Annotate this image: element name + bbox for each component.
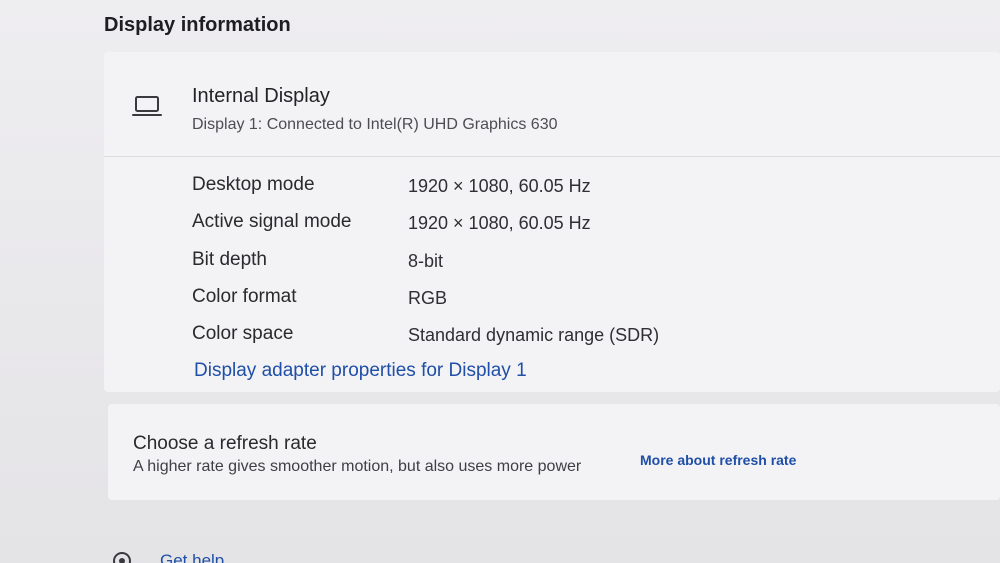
info-row-color-space: Color space Standard dynamic range (SDR) xyxy=(192,323,892,353)
laptop-icon xyxy=(132,96,162,116)
get-help-row[interactable]: Get help xyxy=(112,547,312,563)
more-about-refresh-rate-link[interactable]: More about refresh rate xyxy=(640,452,796,468)
info-label: Desktop mode xyxy=(192,174,315,195)
info-value: 1920 × 1080, 60.05 Hz xyxy=(408,213,591,233)
display-connection: Display 1: Connected to Intel(R) UHD Gra… xyxy=(192,116,558,133)
display-info-card: Internal Display Display 1: Connected to… xyxy=(104,52,1000,392)
settings-page: Display information Internal Display Dis… xyxy=(0,0,1000,563)
info-value: RGB xyxy=(408,288,448,308)
info-value: Standard dynamic range (SDR) xyxy=(408,325,660,345)
refresh-rate-card: Choose a refresh rate A higher rate give… xyxy=(108,404,1000,500)
get-help-link[interactable]: Get help xyxy=(160,551,224,563)
display-name: Internal Display xyxy=(192,85,330,107)
info-label: Active signal mode xyxy=(192,211,352,232)
refresh-rate-description: A higher rate gives smoother motion, but… xyxy=(133,458,582,475)
info-label: Color format xyxy=(192,286,297,307)
info-label: Bit depth xyxy=(192,249,267,270)
info-row-desktop-mode: Desktop mode 1920 × 1080, 60.05 Hz xyxy=(192,174,892,204)
display-adapter-properties-link[interactable]: Display adapter properties for Display 1 xyxy=(194,360,527,382)
info-value: 1920 × 1080, 60.05 Hz xyxy=(408,176,591,196)
info-row-color-format: Color format RGB xyxy=(192,286,892,316)
help-icon xyxy=(113,552,131,563)
section-title: Display information xyxy=(104,14,291,36)
display-header: Internal Display Display 1: Connected to… xyxy=(104,52,1000,157)
info-value: 8-bit xyxy=(408,251,444,271)
info-row-bit-depth: Bit depth 8-bit xyxy=(192,249,892,279)
refresh-rate-title: Choose a refresh rate xyxy=(133,433,317,454)
info-label: Color space xyxy=(192,323,294,344)
info-row-active-signal-mode: Active signal mode 1920 × 1080, 60.05 Hz xyxy=(192,211,892,241)
